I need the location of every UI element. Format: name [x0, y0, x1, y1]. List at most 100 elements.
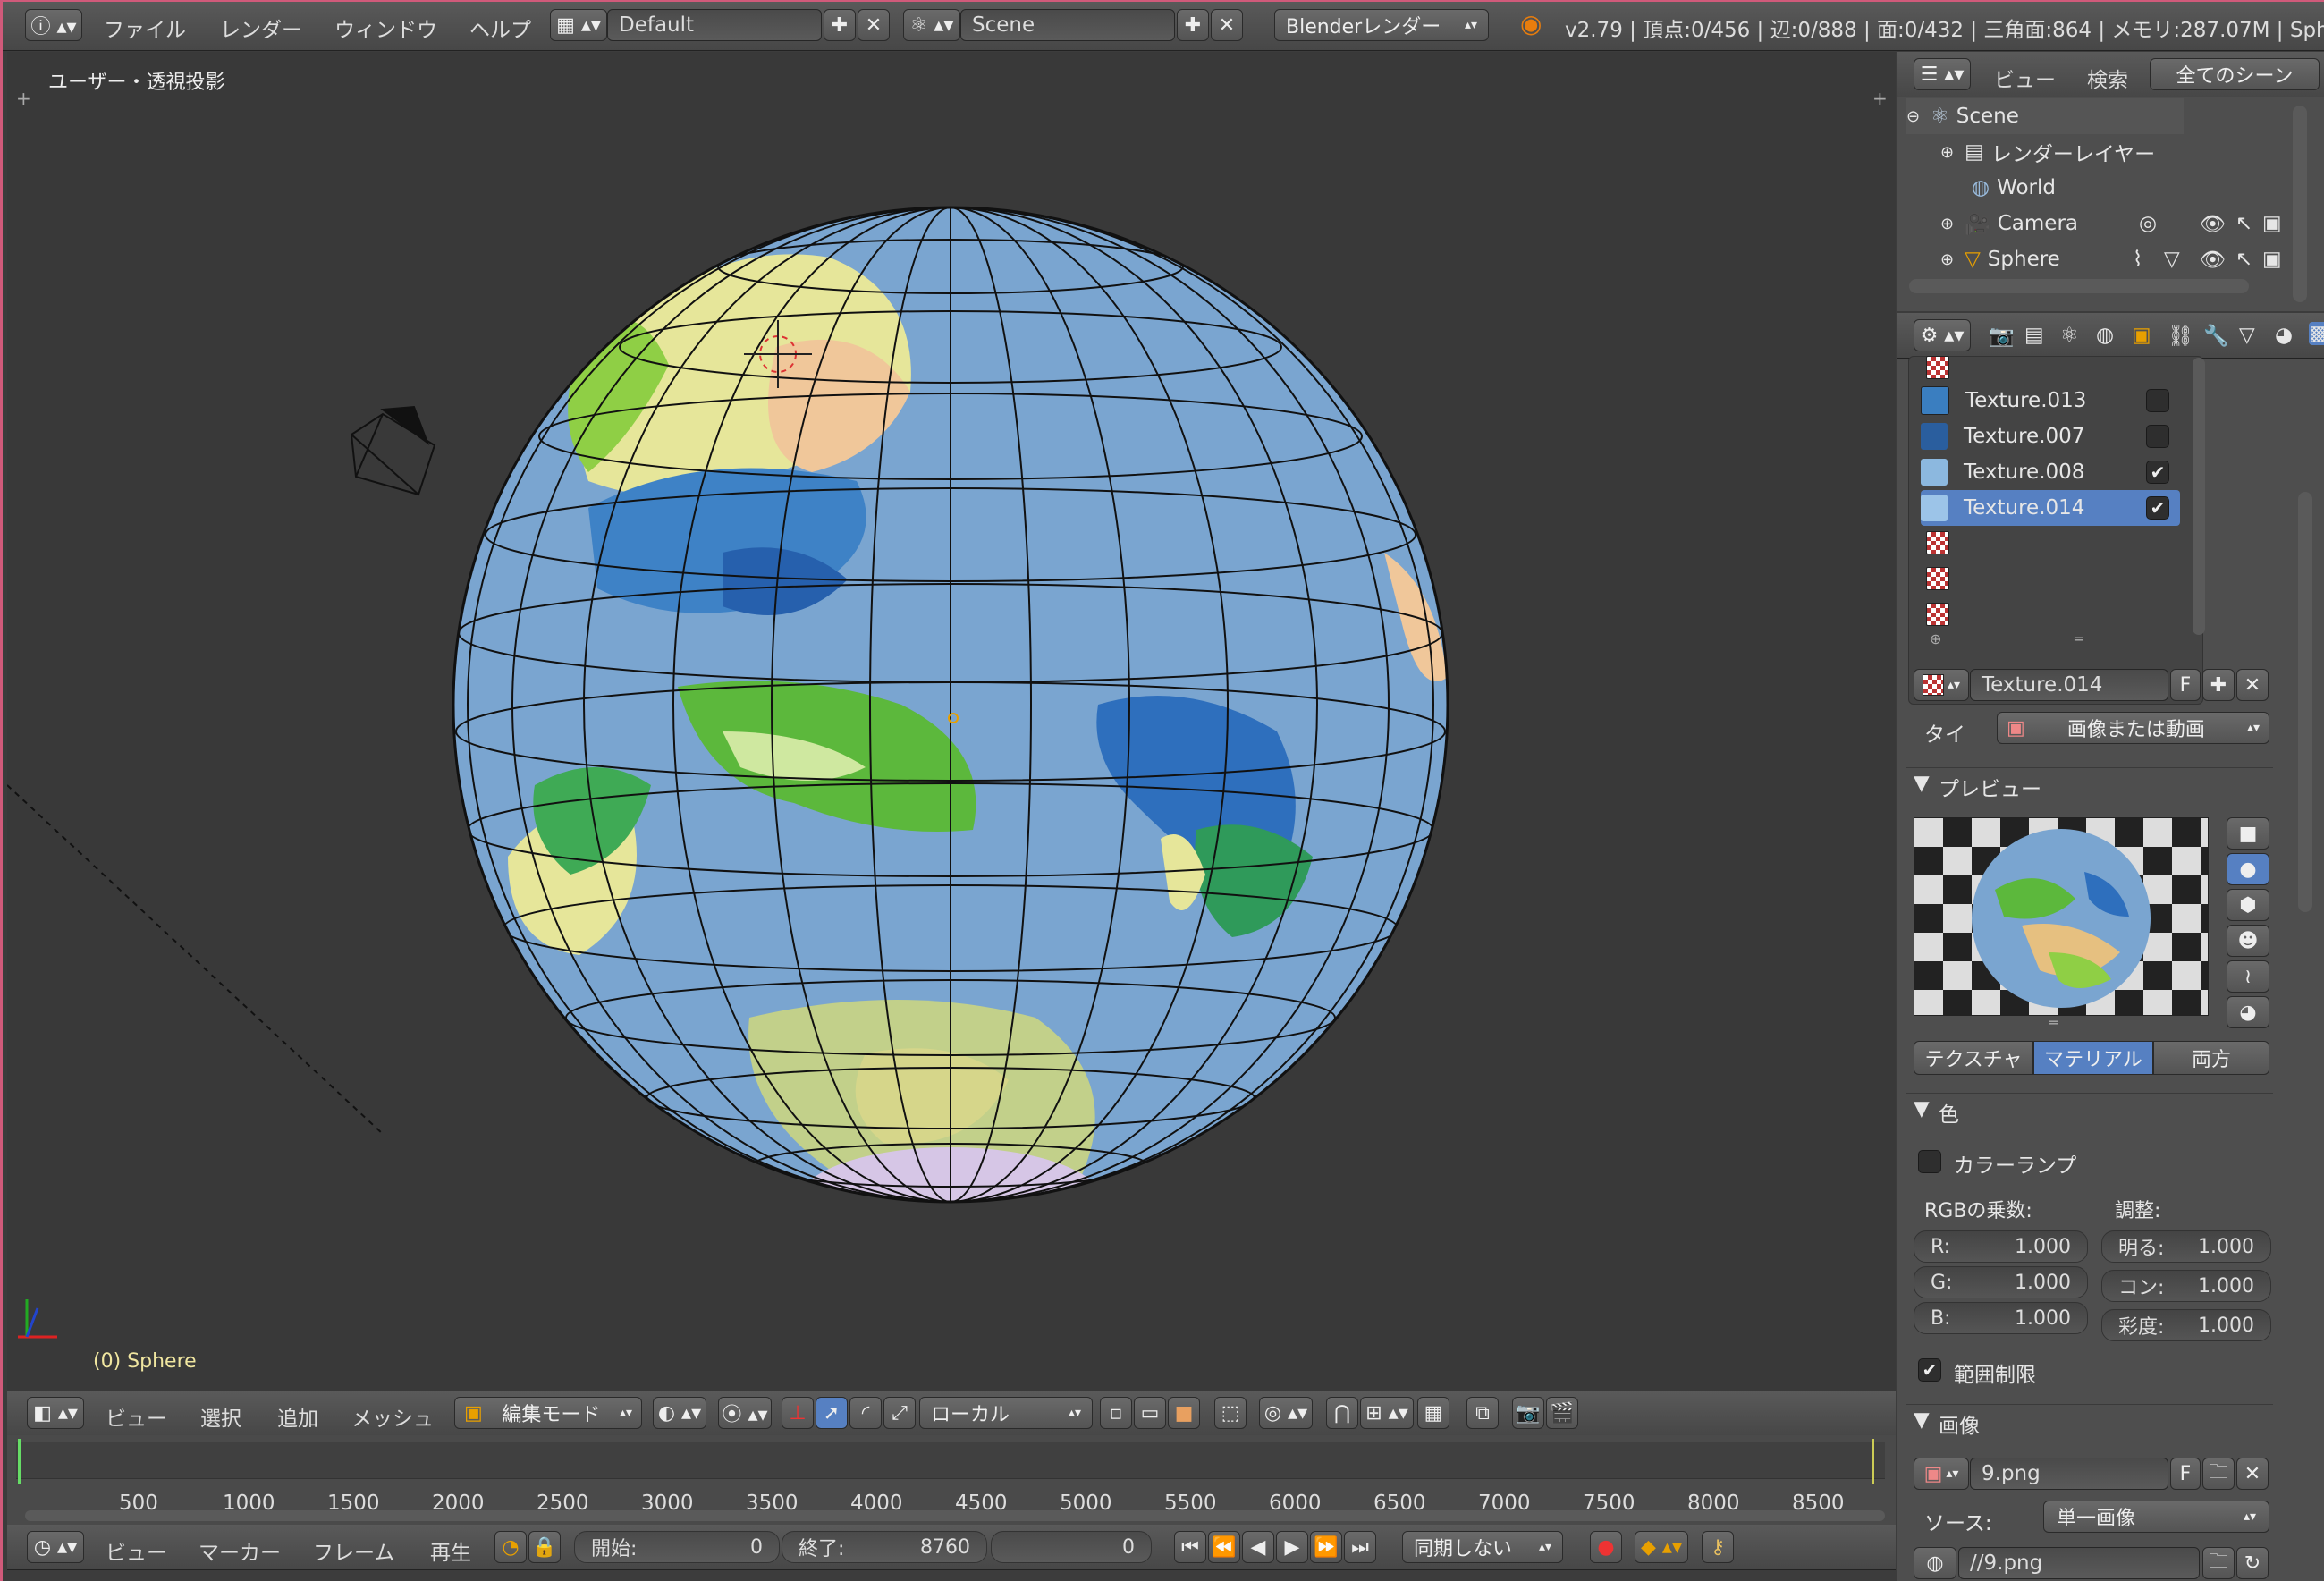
- outliner-hscroll[interactable]: [1909, 279, 2249, 293]
- texture-slot-checkbox[interactable]: ✔: [2146, 496, 2169, 520]
- jump-start-button[interactable]: ⏮: [1174, 1531, 1206, 1563]
- jump-keyframe-back-button[interactable]: ⏪: [1208, 1531, 1240, 1563]
- add-layout-button[interactable]: ✚: [824, 9, 856, 41]
- texture-tab-icon[interactable]: ▩: [2309, 322, 2324, 345]
- mode-dropdown[interactable]: ▣ 編集モード ▴▾: [454, 1397, 642, 1429]
- rotate-manipulator[interactable]: ◜: [849, 1397, 882, 1429]
- sync-dropdown[interactable]: 同期しない ▴▾: [1402, 1531, 1563, 1563]
- texture-slot[interactable]: Texture.007: [1921, 418, 2180, 454]
- preview-panel-header[interactable]: ▼ プレビュー: [1906, 767, 2273, 801]
- scene-tab-icon[interactable]: ⚛: [2060, 324, 2079, 347]
- eye-icon[interactable]: 👁: [2200, 248, 2226, 272]
- preview-monkey-button[interactable]: ☻: [2227, 925, 2269, 957]
- menu-window[interactable]: ウィンドウ: [334, 13, 437, 43]
- lock-time-cursor[interactable]: 🔒: [528, 1531, 561, 1563]
- face-select-mode[interactable]: ■: [1168, 1397, 1200, 1429]
- texture-list-scrollbar[interactable]: [2193, 358, 2205, 635]
- remove-scene-button[interactable]: ✕: [1211, 9, 1243, 41]
- opengl-render-button[interactable]: 📷: [1512, 1397, 1544, 1429]
- add-scene-button[interactable]: ✚: [1177, 9, 1209, 41]
- image-name-field[interactable]: 9.png: [1970, 1458, 2168, 1490]
- start-frame-field[interactable]: 開始: 0: [574, 1531, 780, 1563]
- expand-icon[interactable]: ⊕: [1940, 215, 1954, 233]
- orientation-dropdown[interactable]: ローカル ▴▾: [919, 1397, 1093, 1429]
- rgb-g-field[interactable]: G: 1.000: [1914, 1266, 2088, 1298]
- shading-dropdown[interactable]: ◐ ▴▾: [653, 1397, 706, 1429]
- snap-target-button[interactable]: ▦: [1417, 1397, 1449, 1429]
- outliner-menu-search[interactable]: 検索: [2087, 63, 2128, 93]
- viewport-menu-select[interactable]: 選択: [200, 1401, 241, 1432]
- render-engine-dropdown[interactable]: Blenderレンダー ▴▾: [1274, 9, 1489, 41]
- rgb-b-field[interactable]: B: 1.000: [1914, 1302, 2088, 1334]
- timeline-menu-playback[interactable]: 再生: [430, 1535, 471, 1566]
- editor-type-button[interactable]: ◧ ▴▾: [27, 1397, 84, 1429]
- menu-render[interactable]: レンダー: [220, 13, 302, 43]
- outliner-scenes-dropdown[interactable]: 全てのシーン: [2150, 58, 2320, 90]
- outliner-item-world[interactable]: ◍ World: [1972, 170, 2056, 206]
- viewport-menu-mesh[interactable]: メッシュ: [351, 1401, 434, 1432]
- outliner-item-render-layers[interactable]: ⊕ ▤ レンダーレイヤー: [1940, 134, 2155, 170]
- new-texture-button[interactable]: ✚: [2202, 669, 2235, 701]
- pivot-dropdown[interactable]: ⦿ ▴▾: [718, 1397, 772, 1429]
- jump-end-button[interactable]: ⏭: [1344, 1531, 1376, 1563]
- translate-manipulator[interactable]: ➚: [816, 1397, 848, 1429]
- opengl-animation-button[interactable]: 🎬: [1546, 1397, 1578, 1429]
- timeline-track[interactable]: [16, 1442, 1885, 1479]
- filepath-field[interactable]: //9.png: [1958, 1547, 2200, 1579]
- preview-resize-handle-icon[interactable]: ═: [2049, 1014, 2058, 1031]
- outliner-editor-button[interactable]: ☰ ▴▾: [1914, 58, 1971, 90]
- properties-editor-button[interactable]: ⚙ ▴▾: [1914, 319, 1971, 351]
- end-frame-field[interactable]: 終了: 8760: [782, 1531, 987, 1563]
- viewport-menu-view[interactable]: ビュー: [106, 1401, 167, 1432]
- constraints-tab-icon[interactable]: ⛓: [2168, 324, 2193, 348]
- expand-icon[interactable]: ⊕: [1940, 250, 1954, 269]
- texture-name-field[interactable]: Texture.014: [1970, 669, 2168, 701]
- cursor-select-icon[interactable]: ↖: [2235, 248, 2252, 271]
- collapse-icon[interactable]: ⊖: [1906, 107, 1920, 126]
- render-tab-icon[interactable]: 📷: [1989, 324, 2015, 348]
- timeline-editor-button[interactable]: ◷ ▴▾: [27, 1531, 84, 1563]
- saturation-field[interactable]: 彩度: 1.000: [2101, 1309, 2271, 1341]
- current-frame-field[interactable]: 0: [991, 1531, 1152, 1563]
- preview-range-toggle[interactable]: ◔: [494, 1531, 527, 1563]
- preview-tab-both[interactable]: 両方: [2153, 1041, 2269, 1075]
- texture-slot-checkbox[interactable]: [2146, 389, 2169, 412]
- play-button[interactable]: ▶: [1276, 1531, 1308, 1563]
- image-source-dropdown[interactable]: 単一画像 ▴▾: [2043, 1501, 2269, 1533]
- data-tab-icon[interactable]: ▽: [2239, 324, 2255, 347]
- texture-slot-checkbox[interactable]: [2146, 425, 2169, 448]
- preview-tab-material[interactable]: マテリアル: [2033, 1041, 2153, 1075]
- texture-slot[interactable]: Texture.008 ✔: [1921, 454, 2180, 490]
- properties-scrollbar[interactable]: [2298, 492, 2312, 912]
- preview-flat-button[interactable]: ■: [2227, 817, 2269, 850]
- unlink-texture-button[interactable]: ✕: [2236, 669, 2269, 701]
- manipulator-toggle[interactable]: ⊥: [782, 1397, 814, 1429]
- brightness-field[interactable]: 明る: 1.000: [2101, 1230, 2271, 1263]
- keying-set-dropdown[interactable]: ◆ ▴▾: [1635, 1531, 1688, 1563]
- texture-slot-checkbox[interactable]: ✔: [2146, 461, 2169, 484]
- preview-sphere-button[interactable]: ●: [2227, 853, 2269, 885]
- texture-slot[interactable]: Texture.013: [1921, 383, 2180, 418]
- image-browse-button[interactable]: ▣ ▴▾: [1914, 1458, 1969, 1490]
- add-slot-icon[interactable]: ⊕: [1930, 630, 1941, 647]
- expand-icon[interactable]: ⊕: [1940, 143, 1954, 162]
- reload-image-button[interactable]: ↻: [2236, 1547, 2269, 1579]
- 3d-viewport[interactable]: ユーザー・透視投影 + + (0) Sphere: [7, 52, 1896, 1391]
- outliner-menu-view[interactable]: ビュー: [1994, 63, 2056, 93]
- outliner-item-camera[interactable]: ⊕ 🎥 Camera ◎ 👁 ↖ ▣: [1940, 206, 2316, 241]
- render-camera-icon[interactable]: ▣: [2262, 248, 2282, 271]
- empty-slot-icon[interactable]: [1926, 567, 1949, 590]
- scene-icon-button[interactable]: ⚛ ▴▾: [903, 9, 960, 41]
- remove-layout-button[interactable]: ✕: [858, 9, 890, 41]
- timeline-menu-marker[interactable]: マーカー: [199, 1535, 281, 1566]
- contrast-field[interactable]: コン: 1.000: [2101, 1270, 2271, 1302]
- browse-file-button[interactable]: 🗀: [2202, 1547, 2235, 1579]
- empty-slot-icon[interactable]: [1926, 603, 1949, 626]
- proportional-edit-dropdown[interactable]: ◎ ▴▾: [1259, 1397, 1313, 1429]
- info-editor-button[interactable]: ⓘ ▴▾: [25, 9, 82, 41]
- object-tab-icon[interactable]: ▣: [2132, 324, 2151, 347]
- world-tab-icon[interactable]: ◍: [2096, 324, 2114, 347]
- clamp-checkbox[interactable]: ✔: [1918, 1358, 1941, 1382]
- snap-toggle[interactable]: ⋂: [1326, 1397, 1358, 1429]
- material-tab-icon[interactable]: ◕: [2275, 324, 2293, 347]
